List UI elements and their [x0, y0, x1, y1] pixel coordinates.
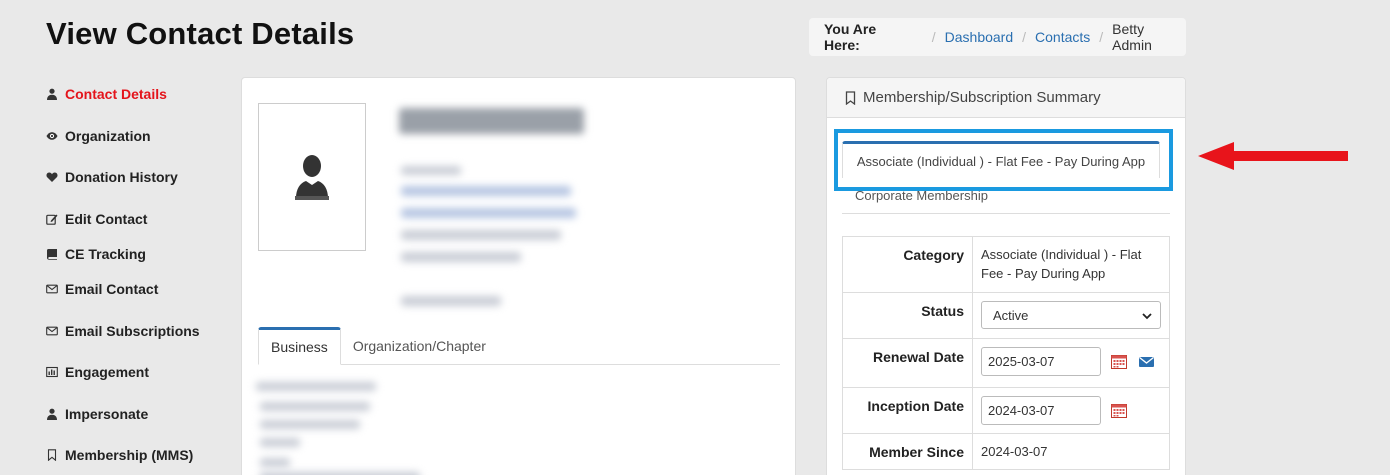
tab-organization-chapter[interactable]: Organization/Chapter	[341, 327, 498, 365]
sidebar-item-label: Engagement	[65, 364, 150, 380]
status-select[interactable]: Active	[981, 301, 1161, 329]
membership-summary-header: Membership/Subscription Summary	[827, 78, 1185, 118]
sidebar-item-email-subscriptions[interactable]: Email Subscriptions	[46, 323, 200, 339]
table-row: Category Associate (Individual ) - Flat …	[842, 236, 1170, 293]
inception-date-input[interactable]: 2024-03-07	[981, 396, 1101, 425]
sidebar-item-ce-tracking[interactable]: CE Tracking	[46, 246, 146, 262]
breadcrumb-separator: /	[931, 29, 936, 45]
breadcrumb-current: Betty Admin	[1112, 21, 1152, 53]
blurred-business-info	[256, 378, 436, 475]
table-row: Status Active	[842, 292, 1170, 339]
sidebar-item-label: Donation History	[65, 169, 178, 185]
envelope-icon[interactable]	[1139, 356, 1155, 368]
breadcrumb: You Are Here: / Dashboard / Contacts / B…	[809, 18, 1186, 56]
sidebar-item-label: Email Subscriptions	[65, 323, 200, 339]
edit-icon	[46, 213, 58, 225]
envelope-icon	[46, 325, 58, 337]
membership-summary-card: Membership/Subscription Summary Associat…	[826, 77, 1186, 475]
sidebar-item-impersonate[interactable]: Impersonate	[46, 406, 148, 422]
user-icon	[46, 88, 58, 100]
tab-business[interactable]: Business	[258, 327, 341, 365]
status-label: Status	[842, 292, 973, 339]
category-value: Associate (Individual ) - Flat Fee - Pay…	[972, 236, 1170, 293]
sidebar-item-label: Email Contact	[65, 281, 159, 297]
breadcrumb-lead: You Are Here:	[824, 21, 877, 53]
envelope-icon	[46, 283, 58, 295]
contact-tabs: Business Organization/Chapter	[258, 327, 780, 365]
bookmark-icon	[844, 90, 857, 105]
sidebar-item-label: Impersonate	[65, 406, 149, 422]
membership-summary-title: Membership/Subscription Summary	[863, 89, 1101, 106]
sidebar-item-membership-mms[interactable]: Membership (MMS)	[46, 447, 193, 463]
sidebar-item-label: Organization	[65, 128, 151, 144]
avatar	[258, 103, 366, 251]
calendar-icon[interactable]	[1110, 354, 1127, 369]
breadcrumb-contacts-link[interactable]: Contacts	[1035, 29, 1090, 45]
table-row: Inception Date 2024-03-07	[842, 387, 1170, 434]
highlight-box	[834, 129, 1173, 191]
breadcrumb-separator: /	[1099, 29, 1104, 45]
sidebar-item-contact-details[interactable]: Contact Details	[46, 86, 167, 102]
table-row: Renewal Date 2025-03-07	[842, 338, 1170, 388]
category-label: Category	[842, 236, 973, 293]
sidebar-item-engagement[interactable]: Engagement	[46, 364, 149, 380]
member-since-value: 2024-03-07	[972, 433, 1170, 470]
membership-details-table: Category Associate (Individual ) - Flat …	[842, 236, 1170, 470]
book-icon	[46, 248, 58, 260]
sidebar-item-organization[interactable]: Organization	[46, 128, 151, 144]
blurred-contact-info	[389, 96, 601, 318]
sidebar-item-edit-contact[interactable]: Edit Contact	[46, 211, 147, 227]
sidebar-item-label: Membership (MMS)	[65, 447, 194, 463]
renewal-date-label: Renewal Date	[842, 338, 973, 388]
bookmark-icon	[46, 449, 58, 461]
member-since-label: Member Since	[842, 433, 973, 470]
heart-icon	[46, 171, 58, 183]
chevron-down-icon	[1142, 306, 1152, 325]
status-select-value: Active	[993, 307, 1029, 323]
sidebar-item-email-contact[interactable]: Email Contact	[46, 281, 158, 297]
calendar-icon[interactable]	[1110, 403, 1127, 418]
annotation-arrow-icon	[1198, 142, 1348, 170]
sidebar-item-label: Edit Contact	[65, 211, 148, 227]
breadcrumb-separator: /	[1022, 29, 1027, 45]
user-icon	[46, 408, 58, 420]
membership-tabs-divider	[842, 213, 1170, 214]
renewal-date-input[interactable]: 2025-03-07	[981, 347, 1101, 376]
bar-chart-icon	[46, 366, 58, 378]
inception-date-label: Inception Date	[842, 387, 973, 434]
sidebar-item-label: CE Tracking	[65, 246, 146, 262]
contact-card: Business Organization/Chapter	[241, 77, 796, 475]
table-row: Member Since 2024-03-07	[842, 433, 1170, 470]
page-title: View Contact Details	[46, 16, 355, 51]
sidebar-item-donation-history[interactable]: Donation History	[46, 169, 178, 185]
eye-icon	[46, 130, 58, 142]
sidebar-item-label: Contact Details	[65, 86, 167, 102]
user-silhouette-icon	[295, 155, 329, 200]
breadcrumb-dashboard-link[interactable]: Dashboard	[945, 29, 1014, 45]
